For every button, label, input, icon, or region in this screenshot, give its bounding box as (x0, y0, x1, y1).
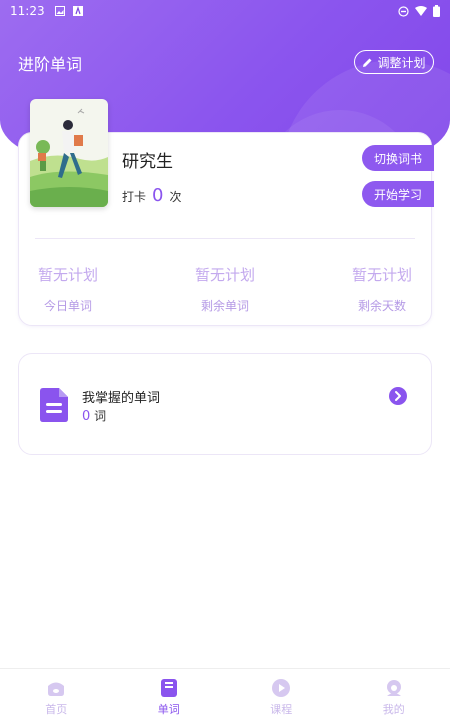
stat-today-words: 暂无计划 今日单词 (8, 264, 128, 314)
checkin-suffix: 次 (169, 190, 182, 204)
nav-courses[interactable]: 课程 (225, 669, 338, 720)
wifi-icon (415, 6, 427, 16)
mastered-words-card[interactable] (18, 353, 432, 455)
start-learning-button[interactable]: 开始学习 (362, 181, 434, 207)
chevron-right-glyph (395, 391, 401, 401)
nav-words[interactable]: 单词 (113, 669, 226, 720)
adjust-plan-label: 调整计划 (377, 55, 426, 70)
book-name: 研究生 (122, 152, 173, 172)
switch-book-button[interactable]: 切换词书 (362, 145, 434, 171)
gallery-icon (54, 6, 65, 16)
adjust-plan-button[interactable]: 调整计划 (354, 50, 434, 74)
stat-remaining-words: 暂无计划 剩余单词 (165, 264, 285, 314)
book-cover-illustration (30, 99, 108, 207)
stat-label: 剩余天数 (357, 299, 406, 313)
mastered-words-title: 我掌握的单词 (82, 391, 161, 406)
bottom-navigation: 首页 单词 课程 我的 (0, 668, 450, 720)
stat-value: 暂无计划 (351, 266, 412, 284)
keyboard-icon (72, 6, 83, 16)
mastered-count-number: 0 (82, 409, 91, 424)
profile-icon (386, 680, 401, 696)
checkin-prefix: 打卡 (122, 190, 147, 204)
chevron-right-icon[interactable] (389, 387, 407, 405)
status-bar: 11:23 (0, 0, 450, 22)
book-icon (160, 679, 177, 697)
pencil-icon (363, 58, 372, 67)
book-cover-image[interactable] (30, 99, 108, 207)
mastered-words-count: 0 词 (82, 407, 106, 424)
divider (35, 238, 415, 239)
stat-label: 今日单词 (43, 299, 92, 313)
nav-profile[interactable]: 我的 (338, 669, 450, 720)
page-title: 进阶单词 (18, 55, 83, 74)
stat-label: 剩余单词 (200, 299, 249, 313)
nav-label: 首页 (45, 703, 68, 716)
nav-label: 课程 (270, 703, 293, 716)
status-time: 11:23 (10, 4, 45, 18)
nav-home[interactable]: 首页 (0, 669, 113, 720)
nav-label: 我的 (382, 703, 405, 716)
battery-icon (433, 5, 440, 17)
stat-value: 暂无计划 (37, 266, 98, 284)
mastered-count-unit: 词 (94, 409, 107, 423)
document-icon (40, 388, 68, 422)
stat-value: 暂无计划 (194, 266, 255, 284)
play-icon (272, 679, 291, 697)
checkin-number: 0 (152, 185, 164, 206)
home-icon (48, 682, 65, 696)
nav-label: 单词 (157, 703, 180, 716)
checkin-count: 打卡 0 次 (122, 185, 181, 206)
stat-remaining-days: 暂无计划 剩余天数 (322, 264, 442, 314)
do-not-disturb-icon (398, 5, 409, 17)
